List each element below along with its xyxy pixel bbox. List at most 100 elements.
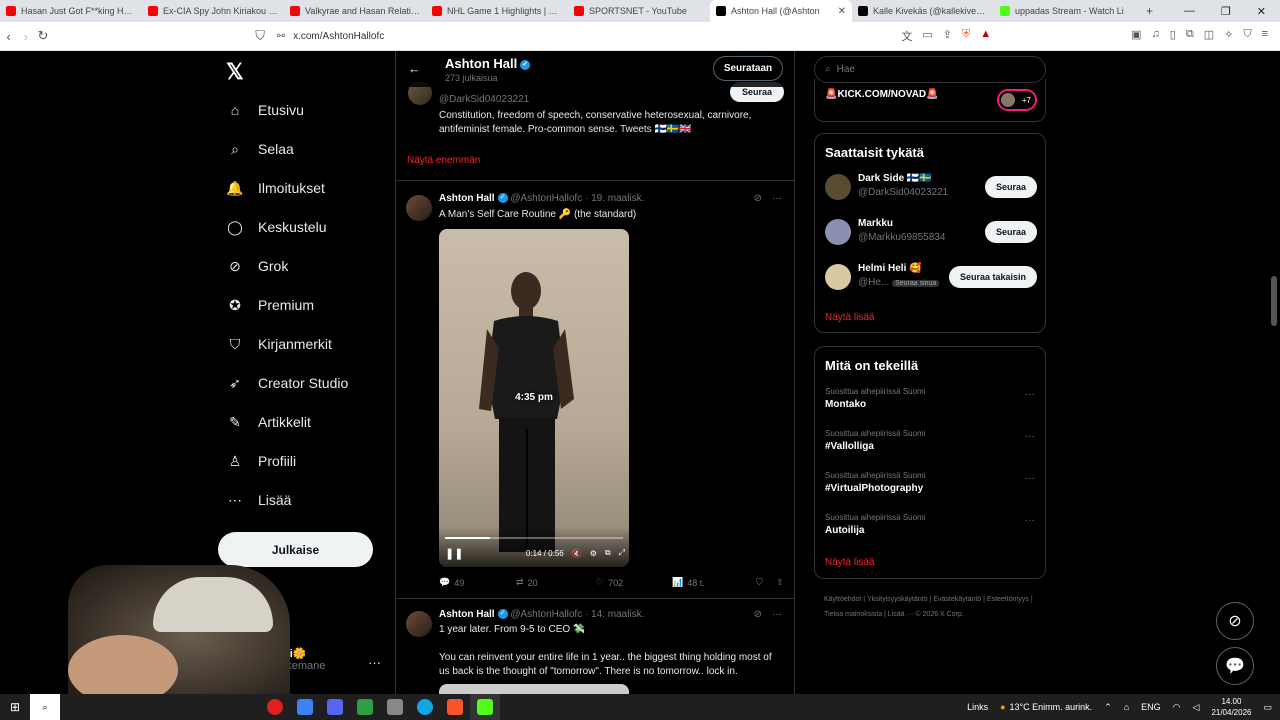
pip-icon[interactable]: ⧉ [605,548,611,558]
x-logo-icon[interactable]: 𝕏 [226,59,244,85]
forward-icon[interactable]: › [17,29,34,44]
follow-button[interactable]: Seuraa [985,176,1037,198]
repost-button[interactable]: ⇄ 20 [516,577,596,588]
tweet-avatar[interactable] [406,611,432,637]
grok-icon[interactable]: ⊘ [754,609,762,620]
nav-item-grok[interactable]: ⊘ Grok [226,253,288,279]
new-tab-button[interactable]: + [1136,4,1163,18]
scrollbar-thumb[interactable] [1271,276,1277,326]
share-icon[interactable]: ⇪ [943,28,952,44]
bookmark-page-icon[interactable]: ⛉ [252,28,269,44]
fullscreen-icon[interactable]: ⤢ [619,548,625,558]
suggestion-item[interactable]: Dark Side 🇫🇮🇸🇪 @DarkSid04023221 Seuraa [825,172,1037,204]
taskbar-app-kick[interactable] [470,694,500,720]
taskbar-app-files[interactable] [290,694,320,720]
tweet-author[interactable]: Ashton Hall [439,193,495,204]
taskbar-app-brave[interactable] [440,694,470,720]
weather-widget[interactable]: ● 13°C Enimm. aurink. [1000,702,1092,712]
reader-icon[interactable]: ▯ [1170,28,1176,44]
reply-button[interactable]: 💬 49 [439,577,516,588]
vpn-icon[interactable]: ⛉ [1243,28,1251,44]
language-indicator[interactable]: ENG [1141,702,1161,712]
more-icon[interactable]: ··· [772,609,782,620]
nav-item-etusivu[interactable]: ⌂ Etusivu [226,97,304,123]
trends-show-more[interactable]: Näytä lisää [825,557,874,568]
reload-icon[interactable]: ↻ [34,28,51,44]
browser-tab[interactable]: Valkyrae and Hasan Relationsh [284,0,426,22]
trend-item[interactable]: Suosittua aihepiirissä Suomi Autoilija ··· [825,513,1037,549]
more-icon[interactable]: ··· [1025,473,1035,484]
tab-close-icon[interactable]: ✕ [838,6,846,17]
extensions-icon[interactable]: ⧉ [1186,28,1194,44]
settings-icon[interactable]: ⚙ [590,549,597,558]
browser-tab[interactable]: Ex-CIA Spy John Kiriakou on br [142,0,284,22]
start-button[interactable]: ⊞ [0,694,30,720]
follow-button[interactable]: Seuraa takaisin [949,266,1037,288]
tweet-handle[interactable]: @AshtonHallofc [510,609,582,620]
card-handle[interactable]: @DarkSid04023221 [439,94,529,105]
more-icon[interactable]: ··· [772,193,782,204]
tray-chevron-icon[interactable]: ⌃ [1104,702,1112,713]
cast-icon[interactable]: ▭ [922,28,932,44]
footer-links[interactable]: Käyttöehdot | Yksityisyyskäytäntö | Eväs… [824,592,1039,622]
nav-item-ilmoitukset[interactable]: 🔔 Ilmoitukset [226,175,325,201]
nav-item-kirjanmerkit[interactable]: ⛉ Kirjanmerkit [226,331,332,357]
nav-item-selaa[interactable]: ⌕ Selaa [226,136,294,162]
clock[interactable]: 14.00 21/04/2026 [1211,696,1251,718]
bookmark-button[interactable]: ⛉ [756,577,776,588]
more-icon[interactable]: ··· [1025,431,1035,442]
nav-item-artikkelit[interactable]: ✎ Artikkelit [226,409,311,435]
taskbar-app-opera[interactable] [260,694,290,720]
like-button[interactable]: ♡ 702 [596,577,672,588]
browser-tab[interactable]: Ashton Hall (@Ashton ✕ [710,0,852,22]
back-icon[interactable]: ‹ [0,29,17,44]
suggestion-item[interactable]: Helmi Heli 🥰 @He... Seuraa sinua Seuraa ta… [825,262,1037,294]
views-button[interactable]: 📊 48 t. [672,577,756,588]
wallet-icon[interactable]: ◫ [1204,28,1214,44]
minimize-icon[interactable]: — [1184,5,1195,18]
tweet[interactable]: Ashton Hall ✓ @AshtonHallofc · 19. maalis… [396,181,794,598]
search-button[interactable]: ⌕ [30,694,60,720]
suggestion-item[interactable]: Markku @Markku69855834 Seuraa [825,217,1037,249]
trend-item[interactable]: Suosittua aihepiirissä Suomi Montako ··· [825,387,1037,423]
avatar[interactable] [825,219,851,245]
volume-icon[interactable]: 🔇 [572,549,582,558]
leo-icon[interactable]: ✧ [1224,28,1233,44]
browser-tab[interactable]: Kalle Kivekäs (@kallekivekas) / [852,0,994,22]
translate-icon[interactable]: 文 [901,28,912,44]
tweet-date[interactable]: 19. maalisk. [591,193,644,204]
share-button[interactable]: ⇪ [776,577,784,588]
grok-fab[interactable]: ⊘ [1216,602,1254,640]
kick-link[interactable]: 🚨KICK.COM/NOVAD🚨 [825,89,939,100]
back-arrow-icon[interactable]: ← [408,61,421,76]
scrollbar[interactable] [1268,51,1280,694]
avatar[interactable] [825,264,851,290]
tweet[interactable]: Ashton Hall ✓ @AshtonHallofc · 14. maalis… [396,599,794,694]
nav-item-profiili[interactable]: ♙ Profiili [226,448,296,474]
messages-fab[interactable]: 💬 [1216,647,1254,685]
menu-icon[interactable]: ≡ [1262,28,1268,44]
nav-item-creator-studio[interactable]: ➶ Creator Studio [226,370,348,396]
live-avatars[interactable]: +7 [997,89,1037,111]
tweet-date[interactable]: 14. maalisk. [591,609,644,620]
volume-icon[interactable]: ◁ [1193,702,1200,713]
browser-tab[interactable]: Hasan Just Got F**king Humilia [0,0,142,22]
network-icon[interactable]: ⌂ [1124,702,1129,712]
links-toolbar[interactable]: Links [967,702,988,712]
site-info-icon[interactable]: ⚯ [277,31,285,42]
show-more-link[interactable]: Näytä enemmän [407,155,480,166]
restore-icon[interactable]: ❐ [1221,5,1231,18]
tweet-handle[interactable]: @AshtonHallofc [510,193,582,204]
nav-item-premium[interactable]: ✪ Premium [226,292,314,318]
live-box[interactable]: 🚨KICK.COM/NOVAD🚨 +7 [814,79,1046,122]
brave-rewards-icon[interactable]: ▲ [980,28,991,44]
avatar[interactable] [825,174,851,200]
sidebar-icon[interactable]: ▣ [1131,28,1141,44]
post-button[interactable]: Julkaise [218,532,373,567]
url-field[interactable]: ⚯ x.com/AshtonHallofc [277,26,902,46]
taskbar-app-green[interactable] [350,694,380,720]
taskbar-app-edge[interactable] [410,694,440,720]
show-more-link[interactable]: Näytä lisää [825,312,874,323]
brave-shield-icon[interactable]: ⛨ [962,28,970,44]
follow-button[interactable]: Seuraa [985,221,1037,243]
